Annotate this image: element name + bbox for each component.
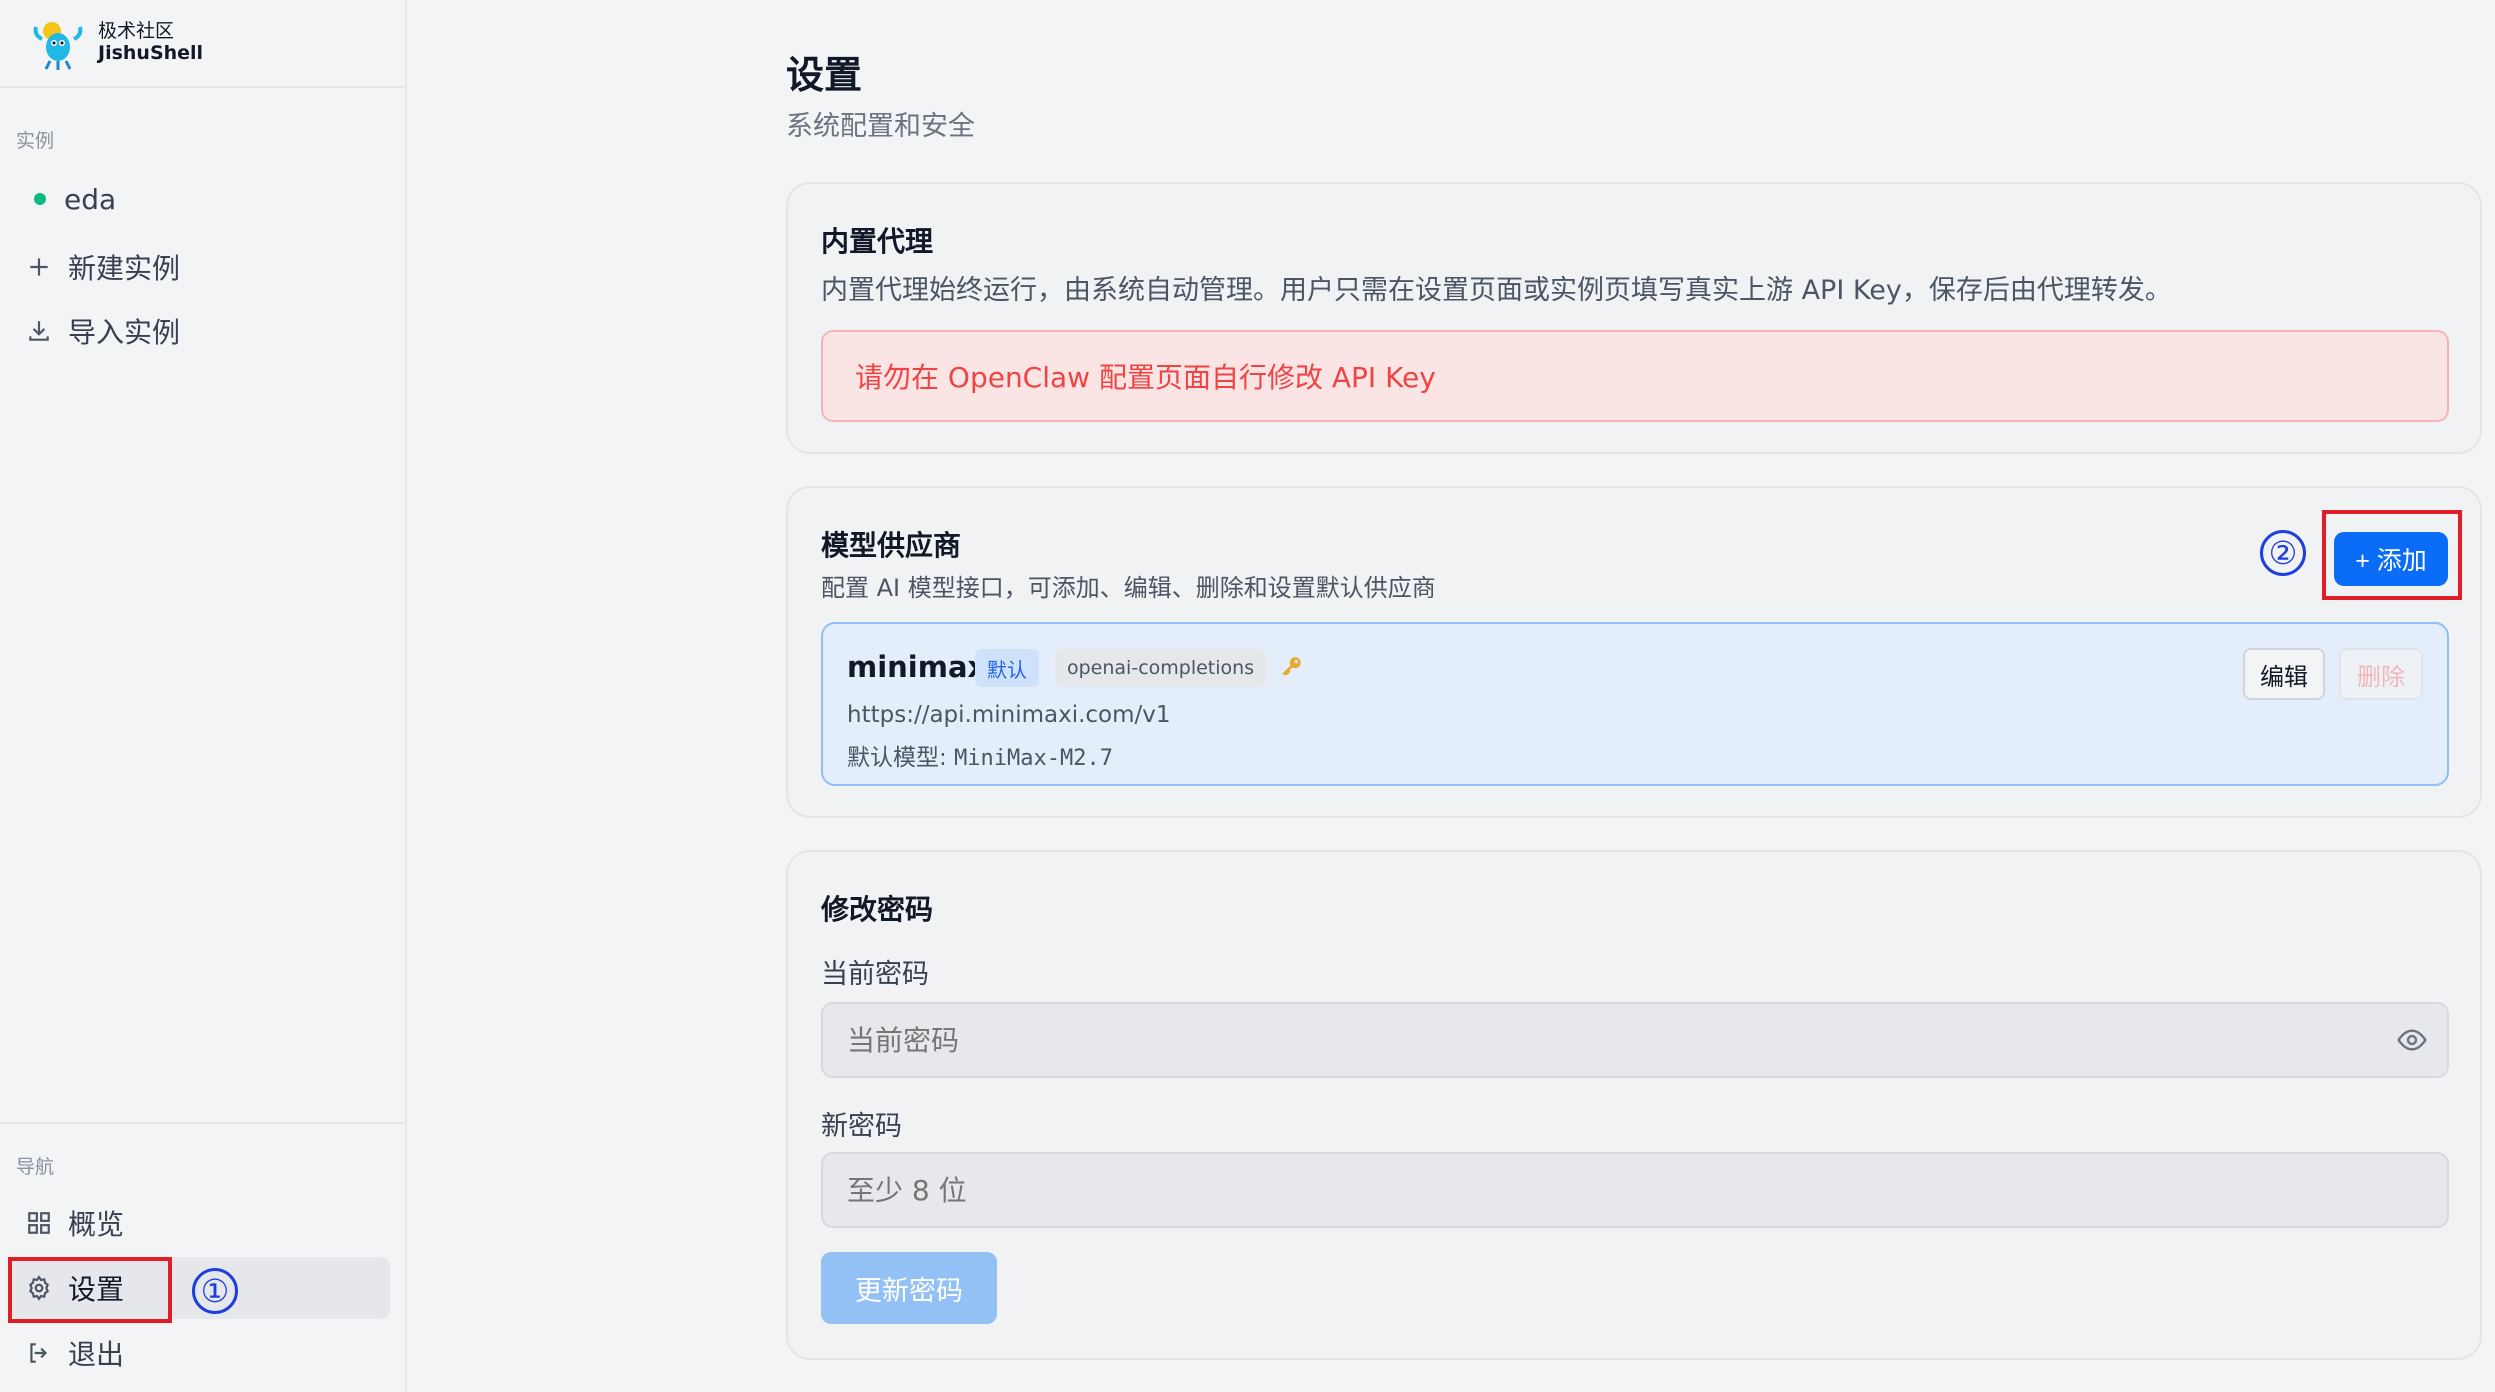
import-instance-label: 导入实例 — [68, 316, 181, 349]
delete-provider-button[interactable]: 删除 — [2339, 648, 2423, 700]
proxy-warning-alert: 请勿在 OpenClaw 配置页面自行修改 API Key — [821, 330, 2449, 422]
current-password-label: 当前密码 — [821, 959, 929, 990]
logout-icon — [26, 1340, 52, 1366]
annotation-box-2 — [2322, 510, 2462, 600]
provider-item[interactable]: minimax 默认 openai-completions https://ap… — [821, 622, 2449, 786]
proxy-card: 内置代理 内置代理始终运行，由系统自动管理。用户只需在设置页面或实例页填写真实上… — [786, 182, 2482, 454]
sidebar-item-logout[interactable]: 退出 — [10, 1322, 390, 1384]
sidebar-divider — [0, 1122, 407, 1124]
lobster-logo-icon — [33, 22, 83, 70]
password-card: 修改密码 当前密码 新密码 更新密码 — [786, 850, 2482, 1360]
instance-item-eda[interactable]: eda — [10, 168, 390, 230]
default-badge: 默认 — [975, 649, 1039, 687]
current-password-input[interactable] — [821, 1002, 2449, 1078]
providers-card: 模型供应商 配置 AI 模型接口，可添加、编辑、删除和设置默认供应商 + 添加 … — [786, 486, 2482, 818]
annotation-step-2: ② — [2260, 530, 2306, 576]
annotation-step-1: ① — [192, 1268, 238, 1314]
page-title: 设置 — [786, 53, 863, 97]
brand[interactable]: 极术社区 JishuShell — [0, 0, 405, 88]
provider-default-model: 默认模型: MiniMax-M2.7 — [847, 738, 1113, 772]
default-model-value: MiniMax-M2.7 — [954, 746, 1114, 771]
sidebar: 极术社区 JishuShell 实例 eda 新建实例 导入实例 导航 概览 设… — [0, 0, 407, 1392]
new-password-label: 新密码 — [821, 1111, 902, 1142]
new-password-input[interactable] — [821, 1152, 2449, 1228]
plus-icon — [26, 254, 52, 280]
overview-label: 概览 — [68, 1208, 125, 1241]
status-dot — [34, 193, 46, 205]
import-instance-button[interactable]: 导入实例 — [10, 300, 390, 362]
instances-section-label: 实例 — [16, 130, 55, 152]
annotation-box-1 — [8, 1257, 172, 1323]
logout-label: 退出 — [68, 1338, 125, 1371]
brand-name-en: JishuShell — [98, 42, 204, 64]
brand-name-cn: 极术社区 — [98, 20, 175, 43]
key-icon — [1282, 657, 1301, 676]
providers-description: 配置 AI 模型接口，可添加、编辑、删除和设置默认供应商 — [821, 574, 1436, 602]
sidebar-item-overview[interactable]: 概览 — [10, 1192, 390, 1254]
instance-name: eda — [64, 182, 117, 216]
new-instance-label: 新建实例 — [68, 252, 181, 285]
proxy-description: 内置代理始终运行，由系统自动管理。用户只需在设置页面或实例页填写真实上游 API… — [821, 275, 2172, 306]
proxy-title: 内置代理 — [821, 225, 934, 258]
providers-title: 模型供应商 — [821, 529, 962, 562]
grid-icon — [26, 1210, 52, 1236]
api-type-badge: openai-completions — [1055, 649, 1267, 687]
page-subtitle: 系统配置和安全 — [786, 111, 975, 142]
edit-provider-button[interactable]: 编辑 — [2243, 648, 2325, 700]
provider-url: https://api.minimaxi.com/v1 — [847, 702, 1171, 728]
provider-name: minimax — [847, 650, 987, 684]
new-instance-button[interactable]: 新建实例 — [10, 236, 390, 298]
password-title: 修改密码 — [821, 893, 934, 926]
nav-section-label: 导航 — [16, 1156, 55, 1178]
update-password-button[interactable]: 更新密码 — [821, 1252, 997, 1324]
default-model-label: 默认模型: — [847, 745, 955, 771]
import-icon — [26, 318, 52, 344]
eye-icon[interactable] — [2396, 1024, 2428, 1056]
